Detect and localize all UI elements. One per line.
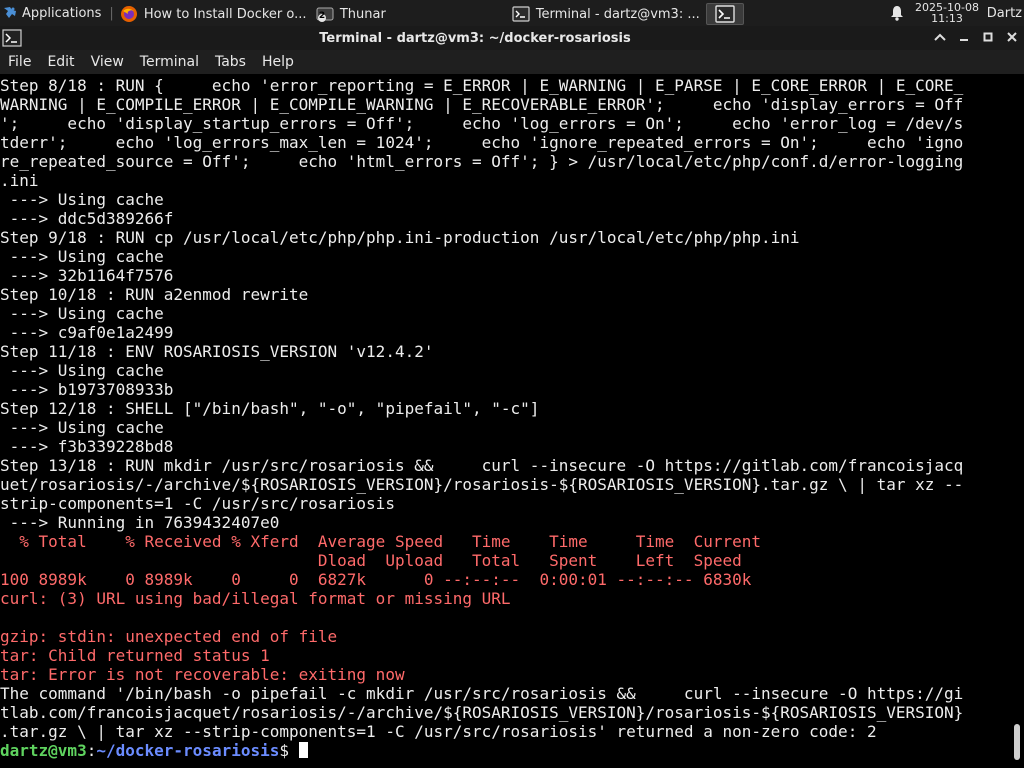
clock[interactable]: 2025-10-08 11:13	[912, 2, 982, 24]
terminal-line: Step 12/18 : SHELL ["/bin/bash", "-o", "…	[0, 399, 540, 418]
terminal-line: ---> Using cache	[0, 304, 164, 323]
terminal-line: Step 10/18 : RUN a2enmod rewrite	[0, 285, 309, 304]
maximize-icon	[983, 32, 993, 41]
menu-help[interactable]: Help	[254, 54, 302, 70]
terminal-line: tderr'; echo 'log_errors_max_len = 1024'…	[0, 133, 964, 152]
maximize-button[interactable]	[976, 31, 1000, 46]
terminal-line: ---> Using cache	[0, 247, 164, 266]
minimize-button[interactable]	[952, 31, 976, 46]
firefox-icon	[120, 6, 137, 22]
menu-bar: File Edit View Terminal Tabs Help	[0, 50, 1024, 74]
terminal-line: '; echo 'display_startup_errors = Off'; …	[0, 114, 964, 133]
scrollbar-thumb[interactable]	[1014, 724, 1020, 760]
terminal-line: uet/rosariosis/-/archive/${ROSARIOSIS_VE…	[0, 475, 964, 494]
terminal-icon	[715, 5, 735, 23]
terminal-line: ---> Using cache	[0, 361, 164, 380]
menu-tabs[interactable]: Tabs	[207, 54, 254, 70]
terminal-line: gzip: stdin: unexpected end of file	[0, 627, 338, 646]
applications-label: Applications	[22, 5, 102, 21]
task-label: Terminal - dartz@vm3: ...	[535, 6, 700, 22]
terminal-line: ---> Using cache	[0, 190, 164, 209]
terminal-line: WARNING | E_COMPILE_ERROR | E_COMPILE_WA…	[0, 95, 964, 114]
terminal-line: ---> Running in 7639432407e0	[0, 513, 280, 532]
terminal-line: strip-components=1 -C /usr/src/rosariosi…	[0, 494, 395, 513]
prompt-path: ~/docker-rosariosis	[96, 741, 280, 760]
menu-view[interactable]: View	[83, 54, 132, 70]
close-button[interactable]	[1000, 31, 1024, 46]
user-menu[interactable]: Dartz	[982, 6, 1024, 21]
terminal-line: tar: Child returned status 1	[0, 646, 270, 665]
close-icon	[1007, 31, 1017, 42]
terminal-line: tar: Error is not recoverable: exiting n…	[0, 665, 405, 684]
terminal-line: Dload Upload Total Spent Left Speed	[0, 551, 742, 570]
minimize-icon	[960, 38, 968, 41]
terminal-icon	[2, 29, 22, 47]
terminal-line: Step 13/18 : RUN mkdir /usr/src/rosarios…	[0, 456, 964, 475]
task-firefox[interactable]: How to Install Docker o...	[116, 3, 312, 25]
terminal-line: re_repeated_source = Off'; echo 'html_er…	[0, 152, 964, 171]
shell-prompt[interactable]: dartz@vm3:~/docker-rosariosis$	[0, 741, 1009, 760]
task-count-badge: 2	[318, 11, 326, 21]
terminal-line: % Total % Received % Xferd Average Speed…	[0, 532, 761, 551]
task-terminal[interactable]: Terminal - dartz@vm3: ...	[508, 3, 706, 25]
window-title: Terminal - dartz@vm3: ~/docker-rosariosi…	[319, 30, 631, 46]
terminal-line: Step 8/18 : RUN { echo 'error_reporting …	[0, 76, 964, 95]
task-label: How to Install Docker o...	[143, 6, 307, 22]
applications-menu-button[interactable]: Applications	[0, 0, 107, 26]
terminal-line: The command '/bin/bash -o pipefail -c mk…	[0, 684, 964, 703]
terminal-line: ---> f3b339228bd8	[0, 437, 174, 456]
terminal-line: Step 9/18 : RUN cp /usr/local/etc/php/ph…	[0, 228, 800, 247]
task-label: Thunar	[339, 6, 386, 22]
notifications-button[interactable]	[882, 5, 912, 21]
terminal-line: ---> 32b1164f7576	[0, 266, 174, 285]
menu-terminal[interactable]: Terminal	[132, 54, 207, 70]
prompt-user: dartz@vm3	[0, 741, 87, 760]
terminal-scrollbar[interactable]	[1009, 76, 1024, 768]
terminal-line: curl: (3) URL using bad/illegal format o…	[0, 589, 511, 608]
bell-icon	[891, 6, 903, 21]
menu-file[interactable]: File	[0, 54, 39, 70]
window-titlebar[interactable]: Terminal - dartz@vm3: ~/docker-rosariosi…	[0, 26, 1024, 50]
terminal-icon	[512, 6, 530, 22]
maximize-toggle-button[interactable]	[928, 31, 952, 46]
terminal-line: ---> b1973708933b	[0, 380, 174, 399]
terminal-line: 100 8989k 0 8989k 0 0 6827k 0 --:--:-- 0…	[0, 570, 752, 589]
task-thunar[interactable]: 2 Thunar	[312, 3, 508, 25]
task-terminal-active[interactable]	[705, 3, 744, 25]
terminal-line: tlab.com/francoisjacquet/rosariosis/-/ar…	[0, 703, 964, 722]
prompt-symbol: $	[279, 741, 299, 760]
top-panel: Applications | How to Install Docker o..…	[0, 0, 1024, 26]
prompt-separator: :	[86, 741, 97, 760]
menu-edit[interactable]: Edit	[39, 54, 82, 70]
file-manager-icon: 2	[316, 5, 334, 23]
terminal-line: .ini	[0, 171, 39, 190]
clock-time: 11:13	[931, 12, 963, 25]
terminal-line: Step 11/18 : ENV ROSARIOSIS_VERSION 'v12…	[0, 342, 434, 361]
chevron-up-icon	[934, 33, 946, 41]
text-cursor	[298, 742, 308, 758]
terminal-line: ---> Using cache	[0, 418, 164, 437]
terminal-line: .tar.gz \ | tar xz --strip-components=1 …	[0, 722, 877, 741]
terminal-line: ---> ddc5d389266f	[0, 209, 174, 228]
terminal-output[interactable]: Step 8/18 : RUN { echo 'error_reporting …	[0, 76, 1009, 768]
terminal-line: ---> c9af0e1a2499	[0, 323, 174, 342]
xfce-mouse-icon	[4, 7, 16, 18]
